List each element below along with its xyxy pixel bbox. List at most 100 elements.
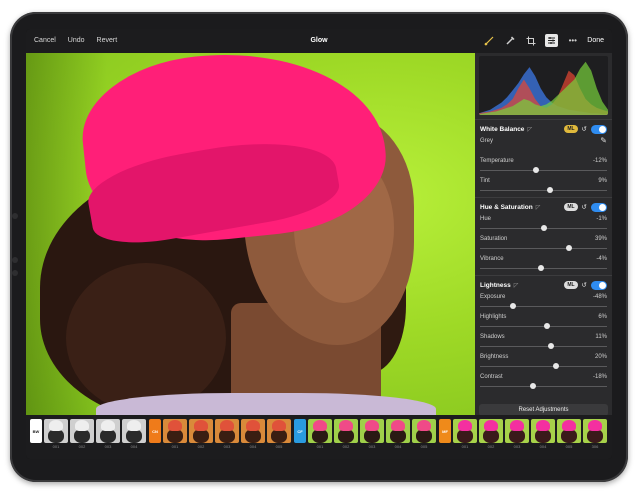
preset-thumbnail[interactable]: 004	[531, 419, 555, 450]
sliders-icon[interactable]	[545, 34, 559, 47]
thumbnail-hair	[390, 429, 406, 443]
photo-hair	[66, 263, 226, 413]
preset-thumbnail[interactable]: 005	[412, 419, 436, 450]
device-button	[12, 270, 18, 276]
section-toggle[interactable]	[591, 124, 607, 134]
preset-thumbnail[interactable]: 005	[267, 419, 291, 450]
slider-track[interactable]	[480, 386, 607, 387]
section-toggle[interactable]	[591, 202, 607, 212]
slider-knob[interactable]	[546, 187, 553, 193]
preset-thumbnail[interactable]: 003	[215, 419, 239, 450]
expand-icon[interactable]: ◸	[514, 282, 519, 289]
reset-icon[interactable]: ↺	[582, 281, 587, 289]
preset-thumbnail[interactable]: 004	[122, 419, 146, 450]
thumbnail-beanie	[101, 420, 115, 431]
preset-thumbnail[interactable]: 001	[44, 419, 68, 450]
thumbnail-beanie	[194, 420, 208, 431]
slider-saturation[interactable]: Saturation 39%	[480, 234, 607, 254]
slider-brightness[interactable]: Brightness 20%	[480, 352, 607, 372]
preset-thumbnail[interactable]: 005	[557, 419, 581, 450]
thumbnail-hair	[74, 429, 90, 443]
section-title: Hue & Saturation	[480, 203, 533, 211]
slider-knob[interactable]	[553, 363, 560, 369]
thumbnail-image	[241, 419, 265, 443]
slider-track[interactable]	[480, 248, 607, 249]
preset-thumbnail[interactable]: 001	[163, 419, 187, 450]
slider-track[interactable]	[480, 366, 607, 367]
section-header[interactable]: White Balance ◸ ML ↺	[480, 122, 607, 136]
section-header[interactable]: Lightness ◸ ML ↺	[480, 278, 607, 292]
slider-vibrance[interactable]: Vibrance -4%	[480, 254, 607, 274]
preset-group-tag[interactable]: MF	[439, 419, 451, 443]
thumbnail-image	[44, 419, 68, 443]
slider-knob[interactable]	[544, 323, 551, 329]
preset-thumbnail[interactable]: 002	[70, 419, 94, 450]
expand-icon[interactable]: ◸	[536, 204, 541, 211]
slider-shadows[interactable]: Shadows 11%	[480, 332, 607, 352]
slider-track[interactable]	[480, 346, 607, 347]
preset-thumbnail[interactable]: 003	[505, 419, 529, 450]
slider-temperature[interactable]: Temperature -12%	[480, 156, 607, 176]
slider-knob[interactable]	[537, 265, 544, 271]
thumbnail-image	[386, 419, 410, 443]
ml-auto-button[interactable]: ML	[564, 281, 578, 289]
section-toggle[interactable]	[591, 280, 607, 290]
slider-knob[interactable]	[532, 167, 539, 173]
preset-group-tag[interactable]: BW	[30, 419, 42, 443]
slider-exposure[interactable]: Exposure -48%	[480, 292, 607, 312]
thumbnail-beanie	[536, 420, 550, 431]
slider-knob[interactable]	[530, 383, 537, 389]
preset-thumbnail[interactable]: 001	[453, 419, 477, 450]
slider-knob[interactable]	[548, 343, 555, 349]
preset-thumbnail[interactable]: 306	[583, 419, 607, 450]
preset-filmstrip[interactable]: BW 001 002 003 004 CN 001 002 003 004 005 CF 001 002 0…	[26, 415, 612, 459]
more-icon[interactable]: •••	[566, 34, 579, 47]
slider-highlights[interactable]: Highlights 6%	[480, 312, 607, 332]
section-title: White Balance	[480, 125, 525, 133]
preset-thumbnail[interactable]: 004	[241, 419, 265, 450]
eyedropper-icon[interactable]: ✎	[600, 136, 607, 145]
slider-track[interactable]	[480, 170, 607, 171]
preset-thumbnail[interactable]: 001	[308, 419, 332, 450]
thumbnail-hair	[561, 429, 577, 443]
preset-number: 005	[275, 444, 283, 449]
ml-auto-button[interactable]: ML	[564, 203, 578, 211]
preset-number: 004	[249, 444, 257, 449]
reset-icon[interactable]: ↺	[582, 125, 587, 133]
reset-adjustments-button[interactable]: Reset Adjustments	[479, 404, 608, 415]
slider-contrast[interactable]: Contrast -18%	[480, 372, 607, 392]
preset-thumbnail[interactable]: 003	[360, 419, 384, 450]
slider-knob[interactable]	[540, 225, 547, 231]
thumbnail-beanie	[127, 420, 141, 431]
pencil-icon[interactable]	[503, 34, 516, 47]
thumbnail-image	[308, 419, 332, 443]
crop-icon[interactable]	[524, 34, 537, 47]
thumbnail-image	[96, 419, 120, 443]
slider-track[interactable]	[480, 306, 607, 307]
reset-icon[interactable]: ↺	[582, 203, 587, 211]
brush-icon[interactable]	[482, 34, 495, 47]
thumbnail-image	[267, 419, 291, 443]
preset-thumbnail[interactable]: 002	[479, 419, 503, 450]
slider-knob[interactable]	[510, 303, 517, 309]
preset-thumbnail[interactable]: 002	[189, 419, 213, 450]
section-header[interactable]: Hue & Saturation ◸ ML ↺	[480, 200, 607, 214]
slider-knob[interactable]	[565, 245, 572, 251]
thumbnail-hair	[457, 429, 473, 443]
section-hue-saturation: Hue & Saturation ◸ ML ↺ Hue -1% Saturation 39% V…	[475, 197, 612, 275]
preset-group-tag[interactable]: CN	[149, 419, 161, 443]
preset-number: 003	[104, 444, 112, 449]
thumbnail-image	[122, 419, 146, 443]
slider-tint[interactable]: Tint 9%	[480, 176, 607, 196]
preset-thumbnail[interactable]: 003	[96, 419, 120, 450]
photo-canvas[interactable]	[26, 53, 475, 415]
done-button[interactable]: Done	[587, 37, 604, 44]
ml-auto-button[interactable]: ML	[564, 125, 578, 133]
preset-group-tag[interactable]: CF	[294, 419, 306, 443]
expand-icon[interactable]: ◸	[527, 126, 532, 133]
slider-track[interactable]	[480, 190, 607, 191]
slider-grey[interactable]: Grey ✎	[480, 136, 607, 156]
preset-thumbnail[interactable]: 004	[386, 419, 410, 450]
preset-thumbnail[interactable]: 002	[334, 419, 358, 450]
slider-hue[interactable]: Hue -1%	[480, 214, 607, 234]
